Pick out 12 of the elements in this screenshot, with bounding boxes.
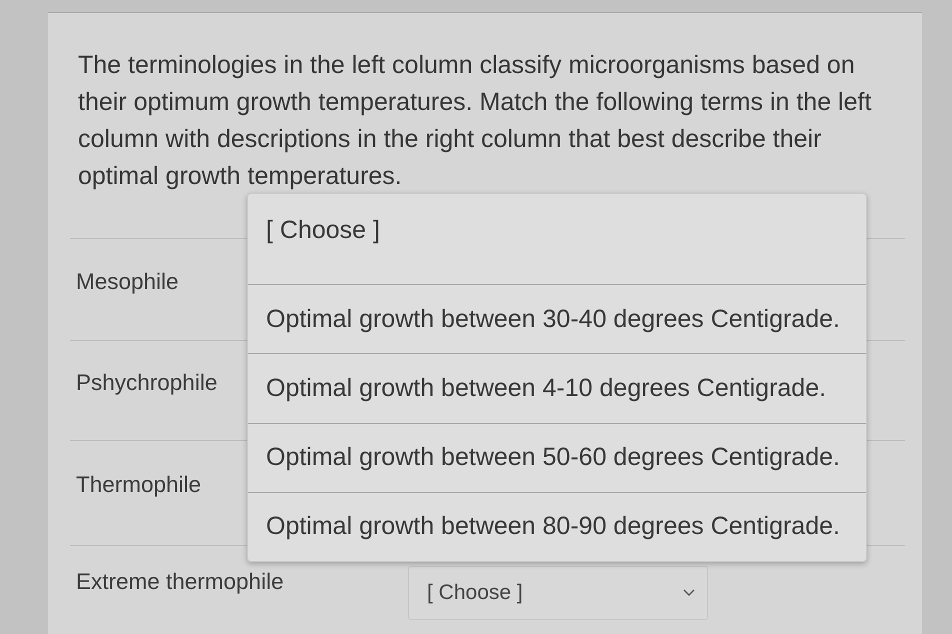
dropdown-option[interactable]: Optimal growth between 30-40 degrees Centigrade.	[248, 284, 866, 354]
dropdown-option[interactable]: [ Choose ]	[248, 194, 866, 284]
term-label: Extreme thermophile	[75, 568, 284, 596]
answer-select[interactable]: [ Choose ]	[408, 566, 708, 620]
dropdown-option[interactable]: Optimal growth between 80-90 degrees Centigrade.	[248, 492, 866, 562]
term-label: Pshychrophile	[75, 370, 218, 397]
term-label: Thermophile	[75, 472, 202, 499]
term-label: Mesophile	[75, 268, 179, 296]
dropdown-option[interactable]: Optimal growth between 4-10 degrees Centigrade.	[248, 353, 866, 423]
dropdown-option[interactable]: Optimal growth between 50-60 degrees Centigrade.	[248, 422, 866, 492]
question-text: The terminologies in the left column classify microorganisms based on their optimum growth temperatures. Match the following terms in the left column with descriptions in the right column that best describe their optimal growth temperatures.	[78, 50, 872, 192]
chevron-down-icon	[683, 589, 695, 596]
